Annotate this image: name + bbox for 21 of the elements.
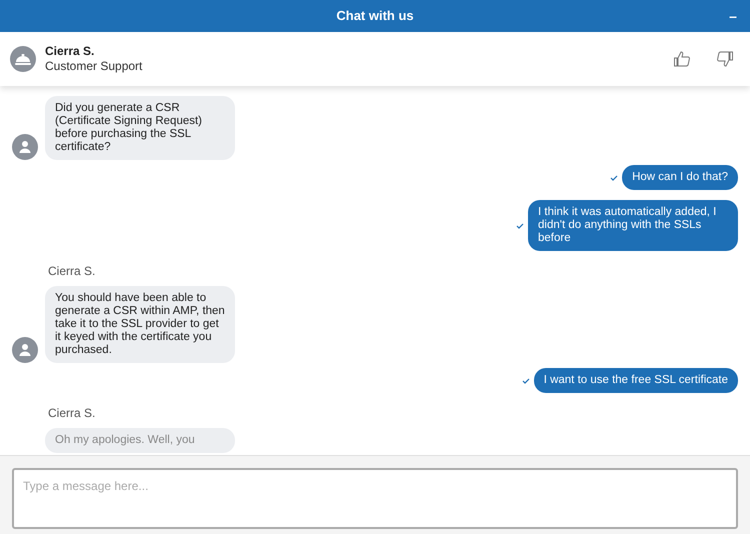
sender-name: Cierra S. bbox=[48, 405, 96, 422]
agent-message-bubble: Did you generate a CSR (Certificate Signing Request) before purchasing the SSL certificate? bbox=[45, 96, 235, 160]
check-icon bbox=[522, 378, 530, 384]
person-avatar-icon bbox=[12, 337, 38, 363]
user-message-bubble: I want to use the free SSL certificate bbox=[534, 368, 738, 393]
agent-role: Customer Support bbox=[45, 59, 144, 74]
bell-avatar-icon bbox=[10, 46, 36, 72]
user-message-bubble: How can I do that? bbox=[622, 165, 738, 190]
person-avatar-icon bbox=[12, 134, 38, 160]
agent-message-bubble: You should have been able to generate a CSR within AMP, then take it to the SSL provider to get it keyed with the certificate you purchased. bbox=[45, 286, 235, 363]
message-input[interactable]: Type a message here... bbox=[12, 468, 738, 529]
chat-title: Chat with us bbox=[336, 7, 414, 26]
sender-name: Cierra S. bbox=[48, 263, 96, 280]
check-icon bbox=[610, 174, 618, 180]
agent-name: Cierra S. bbox=[45, 44, 96, 59]
thumbs-up-icon[interactable] bbox=[673, 50, 691, 68]
minimize-button[interactable]: – bbox=[726, 7, 740, 25]
check-icon bbox=[516, 222, 524, 228]
agent-message-bubble: Oh my apologies. Well, you bbox=[45, 428, 235, 453]
thumbs-down-icon[interactable] bbox=[716, 50, 734, 68]
user-message-bubble: I think it was automatically added, I didn't do anything with the SSLs before bbox=[528, 200, 738, 251]
